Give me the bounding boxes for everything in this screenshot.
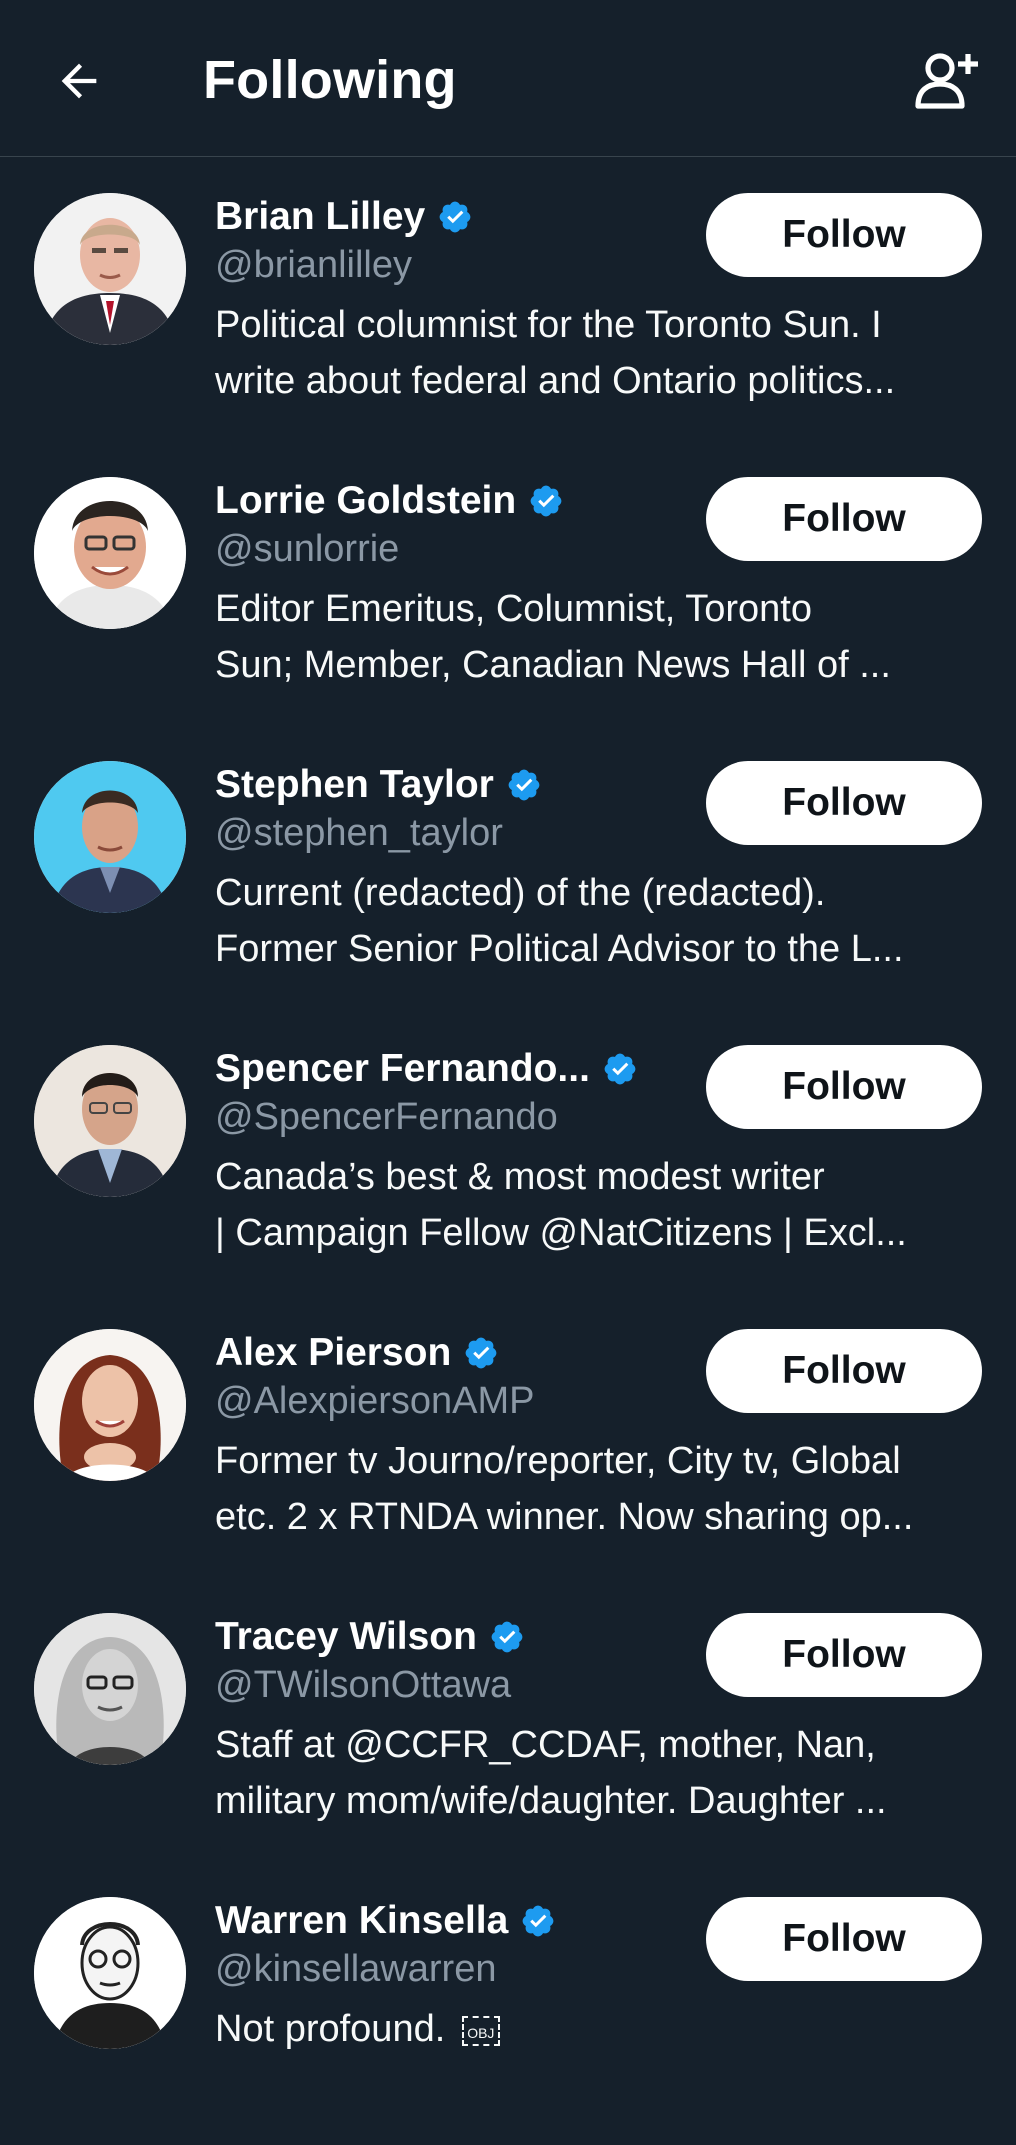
user-handle: @sunlorrie: [215, 528, 400, 570]
follow-button[interactable]: Follow: [706, 761, 982, 845]
user-bio: Current (redacted) of the (redacted). Fo…: [215, 865, 985, 977]
user-bio: Staff at @CCFR_CCDAF, mother, Nan, milit…: [215, 1717, 985, 1829]
bio-line: Staff at @CCFR_CCDAF, mother, Nan,: [215, 1724, 876, 1766]
bio-line: etc. 2 x RTNDA winner. Now sharing op...: [215, 1496, 914, 1538]
follow-button[interactable]: Follow: [706, 1613, 982, 1697]
bio-line: Former tv Journo/reporter, City tv, Glob…: [215, 1440, 901, 1482]
following-list: Brian Lilley @brianlilley Political colu…: [0, 157, 1016, 2145]
bio-line: Editor Emeritus, Columnist, Toronto: [215, 588, 812, 630]
bio-line: Canada’s best & most modest writer: [215, 1156, 825, 1198]
object-placeholder-icon: OBJ: [461, 2015, 500, 2046]
name-line: Brian Lilley: [215, 193, 473, 241]
avatar-image: [34, 1329, 186, 1481]
user-name: Spencer Fernando...: [215, 1047, 590, 1090]
back-button[interactable]: [48, 50, 110, 112]
user-row-spencer-fernando[interactable]: Spencer Fernando... @SpencerFernando Can…: [0, 1009, 1016, 1293]
bio-text: Not profound.: [215, 2008, 446, 2050]
verified-badge-icon: [463, 1335, 499, 1371]
verified-badge-icon: [489, 1619, 525, 1655]
user-row-warren-kinsella[interactable]: Warren Kinsella @kinsellawarren Not prof…: [0, 1861, 1016, 2145]
name-line: Warren Kinsella: [215, 1897, 556, 1945]
user-handle: @SpencerFernando: [215, 1096, 558, 1138]
avatar-image: [34, 193, 186, 345]
bio-line: write about federal and Ontario politics…: [215, 360, 896, 402]
user-row-stephen-taylor[interactable]: Stephen Taylor @stephen_taylor Current (…: [0, 725, 1016, 1009]
name-line: Lorrie Goldstein: [215, 477, 564, 525]
user-row-lorrie-goldstein[interactable]: Lorrie Goldstein @sunlorrie Editor Emeri…: [0, 441, 1016, 725]
verified-badge-icon: [528, 483, 564, 519]
follow-button[interactable]: Follow: [706, 1897, 982, 1981]
name-line: Tracey Wilson: [215, 1613, 525, 1661]
avatar-image: [34, 761, 186, 913]
user-name: Warren Kinsella: [215, 1899, 509, 1942]
verified-badge-icon: [602, 1051, 638, 1087]
name-line: Spencer Fernando...: [215, 1045, 638, 1093]
bio-line: Former Senior Political Advisor to the L…: [215, 928, 904, 970]
avatar-warren-kinsella[interactable]: [34, 1897, 186, 2049]
follow-button[interactable]: Follow: [706, 477, 982, 561]
avatar-image: [34, 477, 186, 629]
user-bio: Political columnist for the Toronto Sun.…: [215, 297, 985, 409]
user-name: Stephen Taylor: [215, 763, 494, 806]
avatar-tracey-wilson[interactable]: [34, 1613, 186, 1765]
name-line: Stephen Taylor: [215, 761, 542, 809]
add-user-icon: [915, 53, 978, 109]
user-row-alex-pierson[interactable]: Alex Pierson @AlexpiersonAMP Former tv J…: [0, 1293, 1016, 1577]
user-row-brian-lilley[interactable]: Brian Lilley @brianlilley Political colu…: [0, 157, 1016, 441]
avatar-image: [34, 1897, 186, 2049]
user-name: Brian Lilley: [215, 195, 426, 238]
user-bio: Canada’s best & most modest writer | Cam…: [215, 1149, 985, 1261]
avatar-alex-pierson[interactable]: [34, 1329, 186, 1481]
verified-badge-icon: [520, 1903, 556, 1939]
user-bio: Editor Emeritus, Columnist, Toronto Sun;…: [215, 581, 985, 693]
add-user-button[interactable]: [912, 48, 982, 112]
page-title: Following: [203, 50, 457, 110]
follow-button[interactable]: Follow: [706, 1045, 982, 1129]
user-handle: @brianlilley: [215, 244, 412, 286]
verified-badge-icon: [437, 199, 473, 235]
bio-line: Not profound. OBJ: [215, 2001, 985, 2057]
user-name: Lorrie Goldstein: [215, 479, 517, 522]
user-handle: @stephen_taylor: [215, 812, 503, 854]
user-handle: @AlexpiersonAMP: [215, 1380, 535, 1422]
user-bio: Former tv Journo/reporter, City tv, Glob…: [215, 1433, 985, 1545]
avatar-lorrie-goldstein[interactable]: [34, 477, 186, 629]
avatar-stephen-taylor[interactable]: [34, 761, 186, 913]
top-app-bar: Following: [0, 0, 1016, 157]
user-name: Tracey Wilson: [215, 1615, 477, 1658]
verified-badge-icon: [506, 767, 542, 803]
bio-line: Sun; Member, Canadian News Hall of ...: [215, 644, 891, 686]
avatar-image: [34, 1045, 186, 1197]
user-name: Alex Pierson: [215, 1331, 452, 1374]
bio-line: | Campaign Fellow @NatCitizens | Excl...: [215, 1212, 907, 1254]
arrow-left-icon: [61, 63, 97, 99]
bio-line: military mom/wife/daughter. Daughter ...: [215, 1780, 887, 1822]
bio-line: Current (redacted) of the (redacted).: [215, 872, 826, 914]
bio-line: Political columnist for the Toronto Sun.…: [215, 304, 882, 346]
user-handle: @kinsellawarren: [215, 1948, 497, 1990]
avatar-brian-lilley[interactable]: [34, 193, 186, 345]
user-row-tracey-wilson[interactable]: Tracey Wilson @TWilsonOttawa Staff at @C…: [0, 1577, 1016, 1861]
user-handle: @TWilsonOttawa: [215, 1664, 512, 1706]
avatar-image: [34, 1613, 186, 1765]
follow-button[interactable]: Follow: [706, 193, 982, 277]
name-line: Alex Pierson: [215, 1329, 499, 1377]
avatar-spencer-fernando[interactable]: [34, 1045, 186, 1197]
user-bio: Not profound. OBJ: [215, 2001, 985, 2057]
follow-button[interactable]: Follow: [706, 1329, 982, 1413]
